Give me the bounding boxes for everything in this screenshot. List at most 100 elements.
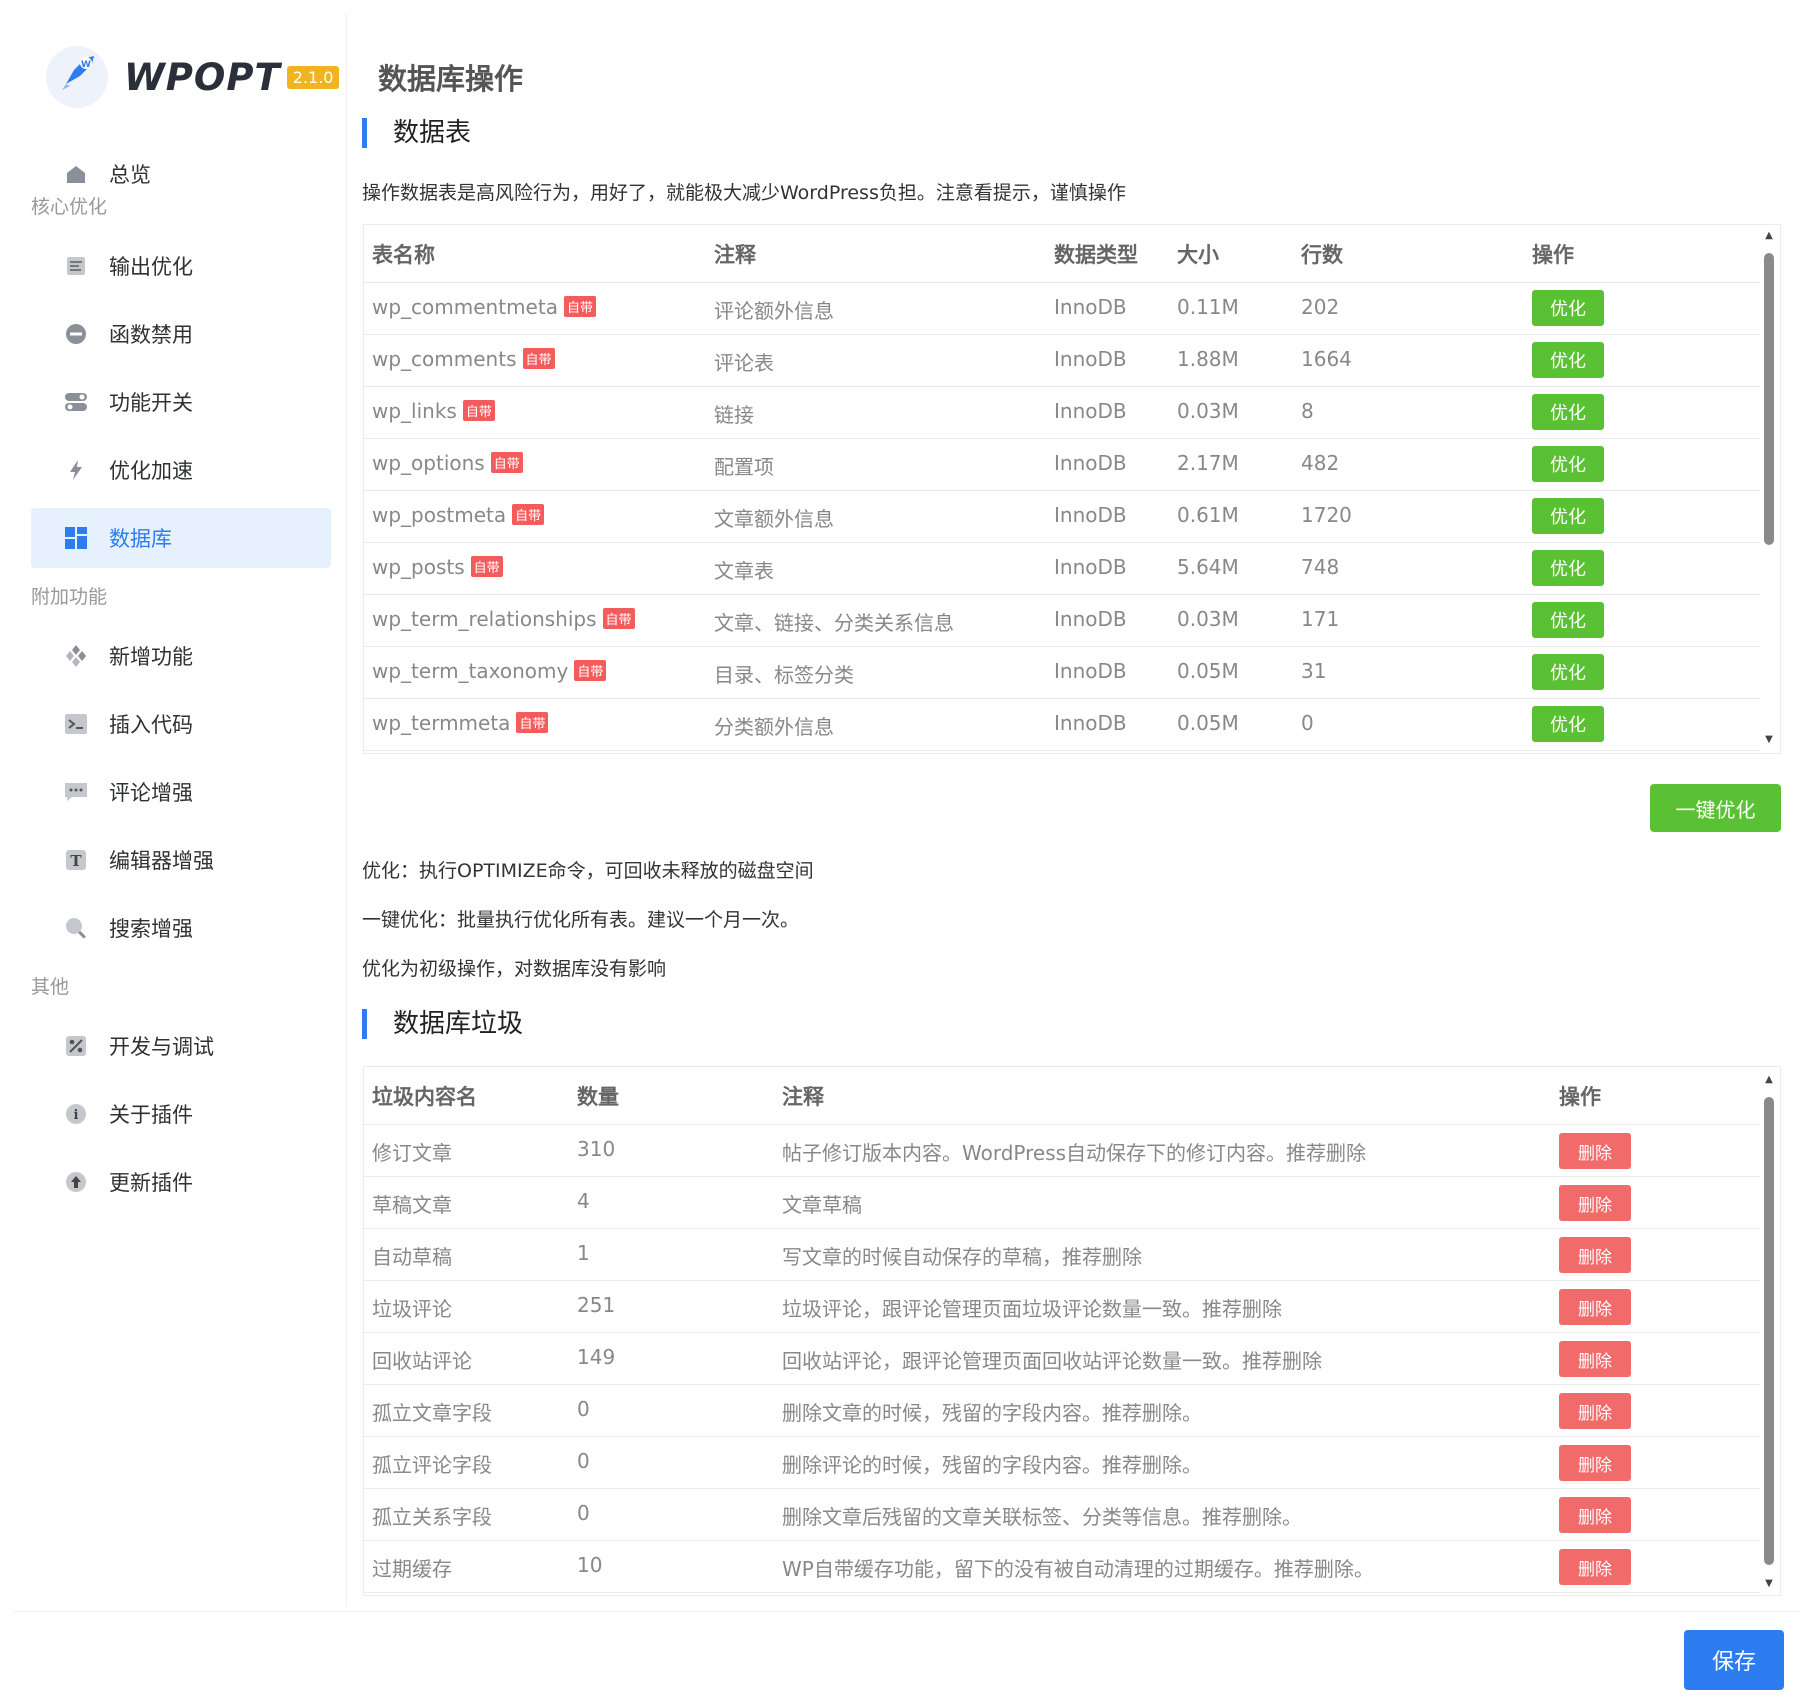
scroll-up-arrow[interactable]: ▲ [1764, 1075, 1774, 1085]
upload-icon [63, 1169, 89, 1195]
table-size: 0.05M [1177, 711, 1239, 735]
table-row: 孤立关系字段 0 删除文章后残留的文章关联标签、分类等信息。推荐删除。 删除 [364, 1489, 1760, 1541]
garbage-count: 1 [577, 1241, 590, 1265]
optimize-button[interactable]: 优化 [1532, 342, 1604, 378]
optimize-button[interactable]: 优化 [1532, 550, 1604, 586]
optimize-button[interactable]: 优化 [1532, 498, 1604, 534]
optimize-button[interactable]: 优化 [1532, 706, 1604, 742]
garbage-table: 垃圾内容名 数量 注释 操作 修订文章 310 帖子修订版本内容。WordPress… [363, 1066, 1781, 1596]
sidebar-item-update[interactable]: 更新插件 [31, 1152, 331, 1212]
table-engine: InnoDB [1054, 711, 1127, 735]
col-header-count: 数量 [577, 1085, 619, 1109]
table-name: wp_term_taxonomy [372, 659, 569, 683]
scroll-down-arrow[interactable]: ▼ [1764, 735, 1774, 745]
sidebar-item-insert-code[interactable]: 插入代码 [31, 694, 331, 754]
optimize-button[interactable]: 优化 [1532, 290, 1604, 326]
sidebar-item-feature-toggle[interactable]: 功能开关 [31, 372, 331, 432]
svg-text:T: T [70, 852, 82, 870]
optimize-button[interactable]: 优化 [1532, 394, 1604, 430]
svg-text:W: W [81, 60, 91, 70]
table-name: wp_comments [372, 347, 517, 371]
table-row-count: 1664 [1301, 347, 1352, 371]
scroll-up-arrow[interactable]: ▲ [1764, 231, 1774, 241]
table-name: wp_posts [372, 555, 465, 579]
sidebar-item-label: 开发与调试 [109, 1035, 214, 1059]
table-name: wp_commentmeta [372, 295, 558, 319]
col-header-name: 垃圾内容名 [372, 1085, 477, 1109]
version-badge: 2.1.0 [286, 65, 340, 89]
optimize-button[interactable]: 优化 [1532, 446, 1604, 482]
sidebar: W WPOPT 2.1.0 总览 核心优化 输出优化 函数禁用 功能开关 优化加… [14, 14, 347, 1606]
delete-button[interactable]: 删除 [1559, 1289, 1631, 1325]
sidebar-item-speed[interactable]: 优化加速 [31, 440, 331, 500]
garbage-count: 149 [577, 1345, 616, 1369]
delete-button[interactable]: 删除 [1559, 1445, 1631, 1481]
sidebar-item-comments[interactable]: 评论增强 [31, 762, 331, 822]
table-engine: InnoDB [1054, 659, 1127, 683]
sidebar-item-editor[interactable]: T 编辑器增强 [31, 830, 331, 890]
table-engine: InnoDB [1054, 295, 1127, 319]
table-name: wp_termmeta [372, 711, 511, 735]
table-comment: 文章表 [714, 559, 774, 583]
col-header-comment: 注释 [714, 243, 756, 267]
delete-button[interactable]: 删除 [1559, 1341, 1631, 1377]
builtin-badge: 自带 [574, 660, 607, 681]
optimize-button[interactable]: 优化 [1532, 602, 1604, 638]
table-size: 0.03M [1177, 399, 1239, 423]
garbage-comment: WP自带缓存功能，留下的没有被自动清理的过期缓存。推荐删除。 [782, 1557, 1374, 1581]
sidebar-item-label: 新增功能 [109, 645, 193, 669]
delete-button[interactable]: 删除 [1559, 1549, 1631, 1585]
lightning-icon [63, 457, 89, 483]
table-name-cell: wp_commentmeta 自带 [372, 295, 596, 319]
percent-icon [63, 1033, 89, 1059]
sidebar-item-output[interactable]: 输出优化 [31, 236, 331, 296]
builtin-badge: 自带 [522, 348, 555, 369]
main-content: 数据库操作 数据表 操作数据表是高风险行为，用好了，就能极大减少WordPres… [348, 0, 1800, 1610]
table-row-count: 0 [1301, 711, 1314, 735]
sidebar-item-database[interactable]: 数据库 [31, 508, 331, 568]
toggle-icon [63, 389, 89, 415]
optimize-button[interactable]: 优化 [1532, 654, 1604, 690]
section-title-tables: 数据表 [362, 118, 471, 148]
bulk-optimize-button[interactable]: 一键优化 [1650, 784, 1781, 832]
table-row: wp_term_relationships 自带 文章、链接、分类关系信息 InnoD… [364, 595, 1760, 647]
table-comment: 文章、链接、分类关系信息 [714, 611, 954, 635]
table-row: wp_commentmeta 自带 评论额外信息 InnoDB 0.11M 202 优化 [364, 283, 1760, 335]
home-icon [63, 161, 89, 187]
scrollbar-thumb[interactable] [1764, 1097, 1774, 1565]
tables-description: 操作数据表是高风险行为，用好了，就能极大减少WordPress负担。注意看提示，… [362, 182, 1126, 204]
note-optimize: 优化：执行OPTIMIZE命令，可回收未释放的磁盘空间 [362, 860, 814, 882]
scrollbar-thumb[interactable] [1764, 253, 1774, 545]
delete-button[interactable]: 删除 [1559, 1497, 1631, 1533]
col-header-rows: 行数 [1301, 243, 1343, 267]
sidebar-item-debug[interactable]: 开发与调试 [31, 1016, 331, 1076]
scroll-down-arrow[interactable]: ▼ [1764, 1579, 1774, 1589]
table-comment: 链接 [714, 403, 754, 427]
garbage-name: 垃圾评论 [372, 1297, 452, 1321]
sidebar-item-new-features[interactable]: 新增功能 [31, 626, 331, 686]
table-size: 0.05M [1177, 659, 1239, 683]
info-icon: i [63, 1101, 89, 1127]
table-name-cell: wp_options 自带 [372, 451, 523, 475]
garbage-count: 0 [577, 1501, 590, 1525]
delete-button[interactable]: 删除 [1559, 1185, 1631, 1221]
garbage-count: 4 [577, 1189, 590, 1213]
delete-button[interactable]: 删除 [1559, 1133, 1631, 1169]
table-row: wp_posts 自带 文章表 InnoDB 5.64M 748 优化 [364, 543, 1760, 595]
table-header: 表名称 注释 数据类型 大小 行数 操作 [364, 225, 1760, 283]
delete-button[interactable]: 删除 [1559, 1393, 1631, 1429]
table-name-cell: wp_termmeta 自带 [372, 711, 549, 735]
sidebar-item-label: 搜索增强 [109, 917, 193, 941]
comment-icon [63, 779, 89, 805]
sidebar-item-about[interactable]: i 关于插件 [31, 1084, 331, 1144]
table-row-count: 202 [1301, 295, 1340, 319]
database-grid-icon [63, 525, 89, 551]
sidebar-item-search[interactable]: 搜索增强 [31, 898, 331, 958]
table-comment: 目录、标签分类 [714, 663, 854, 687]
save-button[interactable]: 保存 [1684, 1630, 1784, 1690]
col-header-size: 大小 [1177, 243, 1219, 267]
sidebar-item-label: 评论增强 [109, 781, 193, 805]
delete-button[interactable]: 删除 [1559, 1237, 1631, 1273]
sidebar-item-function-disable[interactable]: 函数禁用 [31, 304, 331, 364]
sidebar-item-label: 关于插件 [109, 1103, 193, 1127]
